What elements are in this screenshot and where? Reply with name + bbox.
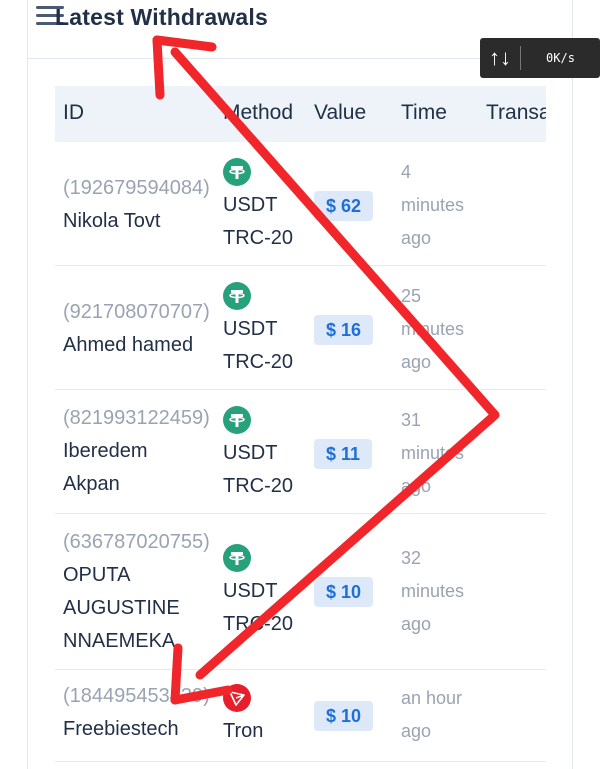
user-name: Akpan bbox=[63, 473, 120, 495]
id-cell: (184495453439) Freebiestech bbox=[63, 680, 223, 746]
time-cell: 31 minutes ago bbox=[401, 410, 465, 496]
table-header: ID Method Value Time Transa bbox=[55, 86, 546, 142]
usdt-icon bbox=[223, 282, 251, 310]
method-network: TRC-20 bbox=[223, 475, 294, 497]
page-title: Latest Withdrawals bbox=[55, 4, 268, 30]
value-cell: $ 10 bbox=[314, 700, 374, 733]
value-cell: $ 10 bbox=[314, 576, 374, 609]
value-badge: $ 16 bbox=[314, 315, 374, 345]
method-currency: USDT bbox=[223, 318, 278, 340]
column-header-method[interactable]: Method bbox=[223, 101, 293, 125]
value-cell: $ 16 bbox=[314, 314, 374, 347]
card-border-right bbox=[572, 0, 573, 769]
method-network: TRC-20 bbox=[223, 613, 294, 635]
table-row: (921708070707) Ahmed hamed USDT TRC-20 $… bbox=[55, 266, 546, 390]
column-header-time[interactable]: Time bbox=[401, 101, 447, 125]
id-cell: (821993122459) Iberedem Akpan bbox=[63, 402, 223, 501]
network-speed-value: 0K/s bbox=[546, 51, 575, 65]
user-name: NNAEMEKA bbox=[63, 630, 176, 652]
id-cell: (921708070707) Ahmed hamed bbox=[63, 296, 223, 362]
method-cell: Tron bbox=[223, 684, 313, 748]
column-header-transaction[interactable]: Transa bbox=[486, 101, 546, 125]
method-currency: USDT bbox=[223, 194, 278, 216]
transfer-arrows-icon: ↑↓ bbox=[489, 45, 511, 70]
value-badge: $ 11 bbox=[314, 439, 373, 469]
user-name: AUGUSTINE bbox=[63, 597, 180, 619]
user-name: Iberedem bbox=[63, 440, 148, 462]
table-row: (636787020755) OPUTA AUGUSTINE NNAEMEKA … bbox=[55, 514, 546, 670]
value-cell: $ 11 bbox=[314, 438, 373, 471]
time-cell: 32 minutes ago bbox=[401, 548, 465, 634]
user-name: Freebiestech bbox=[63, 718, 179, 740]
time-cell: 25 minutes ago bbox=[401, 286, 465, 372]
value-badge: $ 10 bbox=[314, 577, 374, 607]
network-speed-widget: ↑↓ 0K/s bbox=[480, 38, 600, 78]
tron-icon bbox=[223, 684, 251, 712]
user-name: Nikola Tovt bbox=[63, 210, 161, 232]
usdt-icon bbox=[223, 406, 251, 434]
method-cell: USDT TRC-20 bbox=[223, 406, 313, 503]
column-header-value[interactable]: Value bbox=[314, 101, 366, 125]
transaction-id: (192679594084) bbox=[63, 177, 210, 199]
transaction-id: (184495453439) bbox=[63, 685, 210, 707]
card-border-left bbox=[27, 0, 28, 769]
method-currency: USDT bbox=[223, 442, 278, 464]
table-row: (821993122459) Iberedem Akpan USDT TRC-2… bbox=[55, 390, 546, 514]
user-name: Ahmed hamed bbox=[63, 334, 194, 356]
table-row: (184495453439) Freebiestech Tron $ 10 an… bbox=[55, 670, 546, 762]
time-cell: an hour ago bbox=[401, 688, 463, 741]
usdt-icon bbox=[223, 158, 251, 186]
method-currency: Tron bbox=[223, 720, 264, 742]
value-badge: $ 10 bbox=[314, 701, 374, 731]
transaction-id: (821993122459) bbox=[63, 407, 210, 429]
user-name: OPUTA bbox=[63, 564, 131, 586]
value-badge: $ 62 bbox=[314, 191, 374, 221]
method-network: TRC-20 bbox=[223, 351, 294, 373]
transaction-id: (921708070707) bbox=[63, 301, 210, 323]
id-cell: (636787020755) OPUTA AUGUSTINE NNAEMEKA bbox=[63, 526, 223, 658]
arrowhead-top bbox=[152, 35, 217, 52]
method-cell: USDT TRC-20 bbox=[223, 282, 313, 379]
id-cell: (192679594084) Nikola Tovt bbox=[63, 172, 223, 238]
table-row: (192679594084) Nikola Tovt USDT TRC-20 $… bbox=[55, 142, 546, 266]
method-cell: USDT TRC-20 bbox=[223, 544, 313, 641]
usdt-icon bbox=[223, 544, 251, 572]
method-network: TRC-20 bbox=[223, 227, 294, 249]
method-cell: USDT TRC-20 bbox=[223, 158, 313, 255]
time-cell: 4 minutes ago bbox=[401, 162, 465, 248]
column-header-id[interactable]: ID bbox=[63, 101, 84, 125]
method-currency: USDT bbox=[223, 580, 278, 602]
transaction-id: (636787020755) bbox=[63, 531, 210, 553]
value-cell: $ 62 bbox=[314, 190, 374, 223]
